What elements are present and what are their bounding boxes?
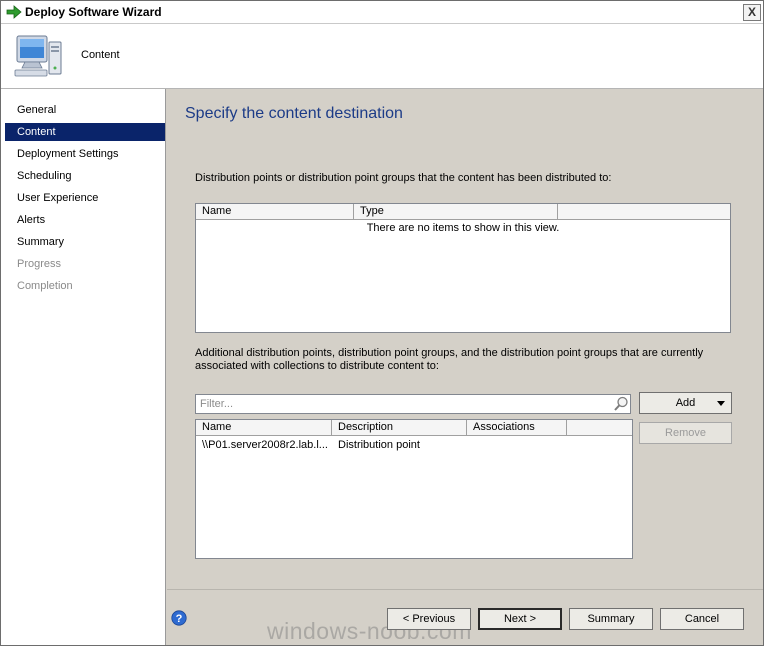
column-header-name[interactable]: Name [196, 420, 332, 435]
sidebar-item-alerts[interactable]: Alerts [5, 211, 165, 229]
distributed-description: Distribution points or distribution poin… [195, 172, 612, 184]
header-title: Content [81, 49, 120, 61]
remove-button: Remove [639, 422, 732, 444]
sidebar-item-completion: Completion [17, 280, 73, 292]
sidebar-item-summary[interactable]: Summary [5, 233, 165, 251]
dropdown-arrow-icon [717, 401, 725, 406]
additional-list[interactable]: Name Description Associations \\P01.serv… [195, 419, 633, 559]
filter-input[interactable] [198, 396, 612, 412]
wizard-steps-sidebar: General Content Deployment Settings Sche… [1, 89, 166, 645]
filter-box[interactable] [195, 394, 631, 414]
column-header-type[interactable]: Type [354, 204, 558, 219]
table-row[interactable]: \\P01.server2008r2.lab.l... Distribution… [196, 438, 632, 453]
add-button-label: Add [675, 397, 696, 409]
title-bar[interactable]: Deploy Software Wizard X [1, 1, 763, 24]
wizard-footer: ? windows-noob.com < Previous Next > Sum… [167, 589, 763, 645]
wizard-window: Deploy Software Wizard X Content General… [0, 0, 764, 646]
column-header-name[interactable]: Name [196, 204, 354, 219]
content-page: Specify the content destination Distribu… [167, 89, 763, 589]
row-description: Distribution point [338, 439, 420, 451]
summary-button[interactable]: Summary [569, 608, 653, 630]
window-title: Deploy Software Wizard [25, 5, 162, 19]
additional-list-header: Name Description Associations [196, 420, 632, 436]
close-button[interactable]: X [743, 4, 761, 21]
add-dropdown-button[interactable]: Add [639, 392, 732, 414]
sidebar-item-deployment-settings[interactable]: Deployment Settings [5, 145, 165, 163]
additional-description: Additional distribution points, distribu… [195, 347, 704, 372]
row-name: \\P01.server2008r2.lab.l... [202, 439, 328, 451]
empty-list-message: There are no items to show in this view. [366, 222, 560, 234]
wizard-header: Content [1, 24, 763, 89]
page-title: Specify the content destination [185, 105, 403, 122]
distributed-list[interactable]: Name Type There are no items to show in … [195, 203, 731, 333]
column-header-associations[interactable]: Associations [467, 420, 567, 435]
help-icon[interactable]: ? [171, 610, 187, 626]
computer-icon [14, 35, 62, 77]
previous-button[interactable]: < Previous [387, 608, 471, 630]
distributed-list-header: Name Type [196, 204, 730, 220]
sidebar-item-content[interactable]: Content [5, 123, 165, 141]
search-icon[interactable] [613, 396, 629, 412]
svg-text:?: ? [176, 613, 183, 625]
sidebar-item-scheduling[interactable]: Scheduling [5, 167, 165, 185]
green-arrow-icon [6, 5, 22, 19]
sidebar-item-progress: Progress [17, 258, 62, 270]
sidebar-item-user-experience[interactable]: User Experience [5, 189, 165, 207]
sidebar-item-general[interactable]: General [5, 101, 165, 119]
next-button[interactable]: Next > [478, 608, 562, 630]
cancel-button[interactable]: Cancel [660, 608, 744, 630]
column-header-description[interactable]: Description [332, 420, 467, 435]
